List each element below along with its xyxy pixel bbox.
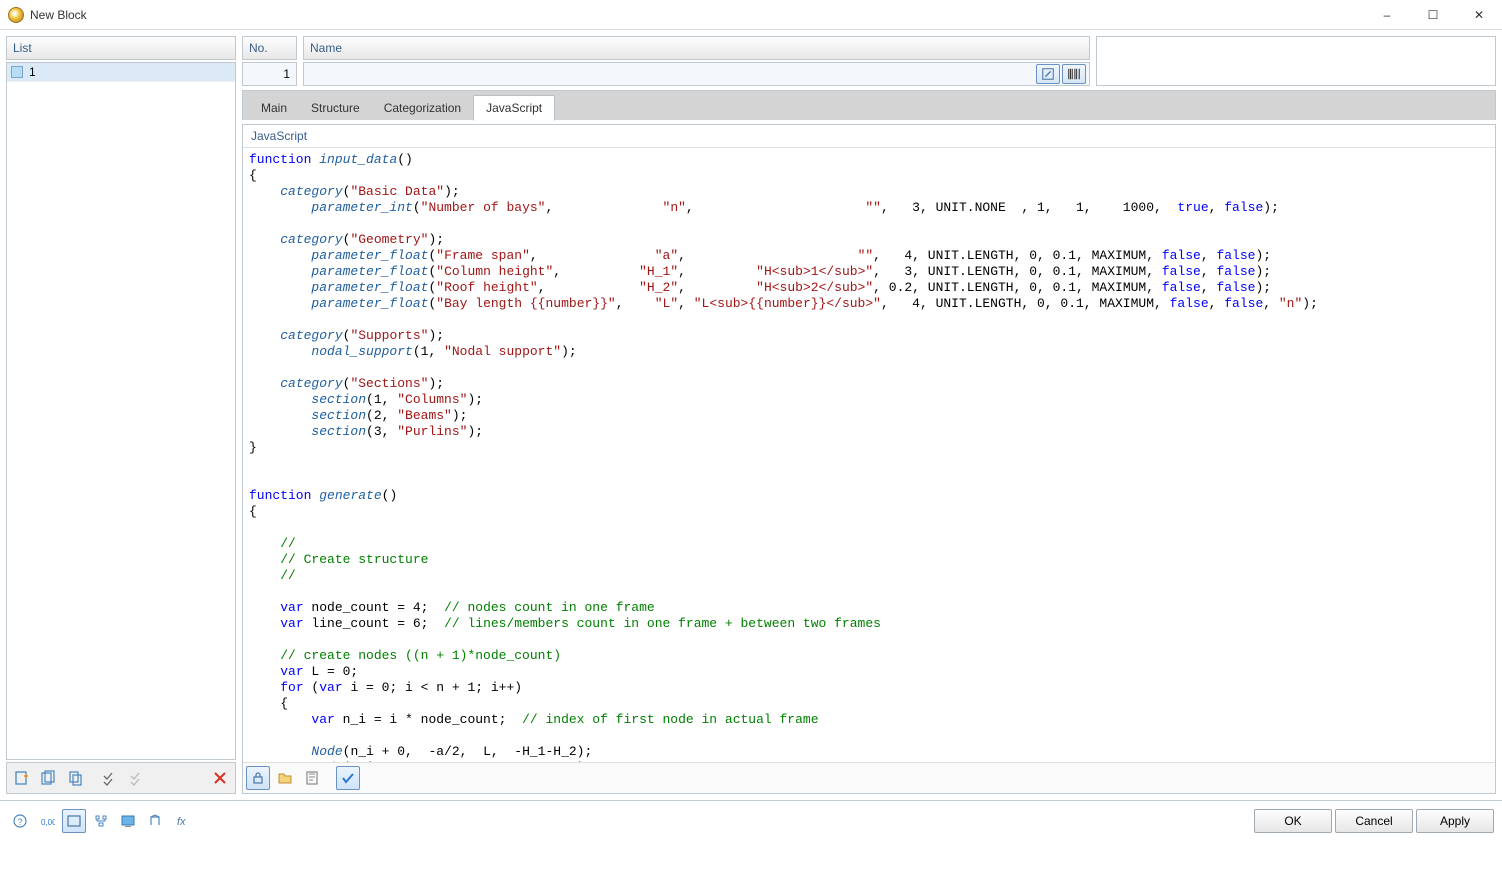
function-button[interactable]: fx xyxy=(170,809,194,833)
new-from-template-button[interactable] xyxy=(37,766,61,790)
preview-button[interactable] xyxy=(116,809,140,833)
tab-javascript[interactable]: JavaScript xyxy=(473,95,555,121)
no-field[interactable]: 1 xyxy=(242,62,297,86)
list-header: List xyxy=(6,36,236,60)
lock-button[interactable] xyxy=(246,766,270,790)
barcode-button[interactable] xyxy=(1062,64,1086,84)
left-toolbar xyxy=(6,762,236,794)
no-field-label: No. xyxy=(242,36,297,60)
list-row-label: 1 xyxy=(29,65,36,79)
validate-button[interactable] xyxy=(336,766,360,790)
list-body[interactable]: 1 xyxy=(6,62,236,760)
code-scroll[interactable]: function input_data() { category("Basic … xyxy=(243,148,1495,762)
list-row-color-icon xyxy=(11,66,23,78)
delete-button[interactable] xyxy=(208,766,232,790)
code-editor[interactable]: function input_data() { category("Basic … xyxy=(243,148,1495,762)
tab-structure[interactable]: Structure xyxy=(299,96,372,120)
name-field-label: Name xyxy=(303,36,1090,60)
units-button[interactable]: 0,00 xyxy=(35,809,59,833)
copy-button[interactable] xyxy=(64,766,88,790)
tabs: Main Structure Categorization JavaScript xyxy=(242,90,1496,120)
list-row[interactable]: 1 xyxy=(7,63,235,82)
svg-text:0,00: 0,00 xyxy=(41,818,55,827)
name-field[interactable] xyxy=(303,62,1090,86)
maximize-button[interactable]: ☐ xyxy=(1410,0,1456,30)
cancel-button[interactable]: Cancel xyxy=(1335,809,1413,833)
save-file-button[interactable] xyxy=(300,766,324,790)
minimize-button[interactable]: – xyxy=(1364,0,1410,30)
model-button[interactable] xyxy=(143,809,167,833)
editor-subheading: JavaScript xyxy=(243,125,1495,148)
close-button[interactable]: ✕ xyxy=(1456,0,1502,30)
preview-thumbnail xyxy=(1096,36,1496,86)
edit-name-button[interactable] xyxy=(1036,64,1060,84)
uncheck-all-button[interactable] xyxy=(125,766,149,790)
svg-text:fx: fx xyxy=(177,816,186,828)
tab-main[interactable]: Main xyxy=(249,96,299,120)
help-button[interactable]: ? xyxy=(8,809,32,833)
editor-toolbar xyxy=(243,762,1495,793)
window-title: New Block xyxy=(30,8,1364,22)
titlebar: New Block – ☐ ✕ xyxy=(0,0,1502,30)
view-button[interactable] xyxy=(62,809,86,833)
svg-text:?: ? xyxy=(17,817,22,827)
open-file-button[interactable] xyxy=(273,766,297,790)
tree-button[interactable] xyxy=(89,809,113,833)
bottom-bar: ? 0,00 fx OK Cancel Apply xyxy=(0,800,1502,840)
apply-button[interactable]: Apply xyxy=(1416,809,1494,833)
ok-button[interactable]: OK xyxy=(1254,809,1332,833)
check-all-button[interactable] xyxy=(98,766,122,790)
app-icon xyxy=(8,7,24,23)
tab-categorization[interactable]: Categorization xyxy=(372,96,473,120)
new-button[interactable] xyxy=(10,766,34,790)
